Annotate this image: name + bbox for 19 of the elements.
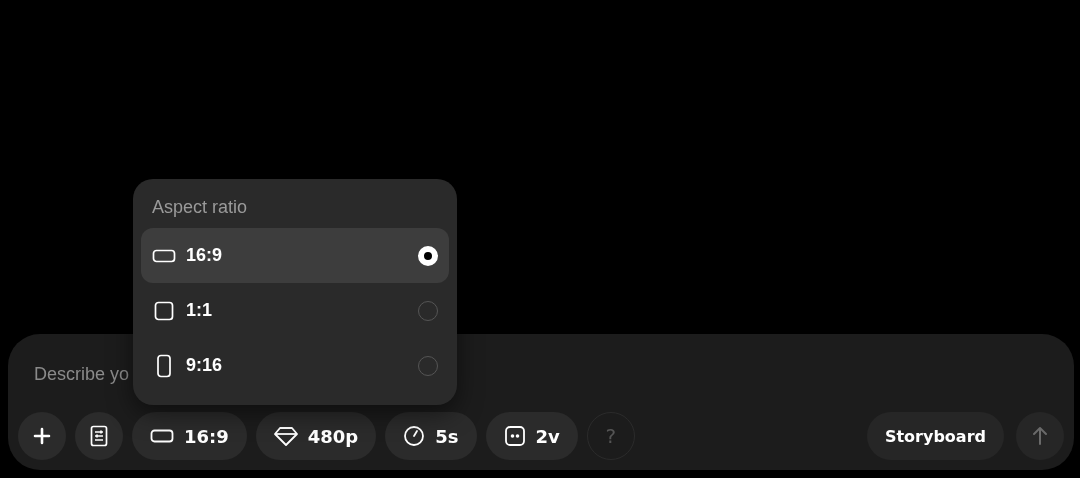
menu-option[interactable]: 9:16 — [141, 338, 449, 393]
option-button[interactable]: 16:9 — [132, 412, 247, 460]
up-arrow-icon — [1031, 426, 1049, 446]
settings-button[interactable] — [75, 412, 123, 460]
square-icon — [152, 300, 176, 321]
document-icon — [90, 425, 108, 447]
menu-option[interactable]: 16:9 — [141, 228, 449, 283]
storyboard-button[interactable]: Storyboard — [866, 412, 1004, 460]
option-button[interactable]: 2v — [485, 412, 578, 460]
dots-icon — [503, 425, 526, 447]
rectangle-icon — [150, 428, 174, 444]
menu-title: Aspect ratio — [151, 196, 249, 219]
clock-icon — [403, 425, 426, 447]
plus-icon — [32, 426, 52, 446]
diamond-icon — [273, 426, 298, 446]
menu-option[interactable]: 1:1 — [141, 283, 449, 338]
add-button[interactable] — [18, 412, 66, 460]
option-button[interactable]: 480p — [255, 412, 377, 460]
option-button[interactable]: 5s — [385, 412, 477, 460]
